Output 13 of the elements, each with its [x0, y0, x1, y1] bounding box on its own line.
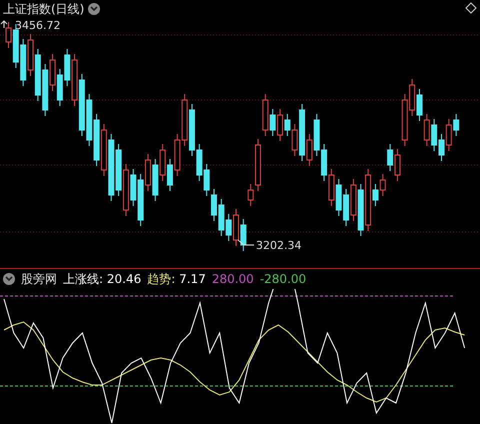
indicator-name: 股旁网	[21, 270, 57, 288]
indicator-value: 趋势: 7.17	[147, 270, 206, 288]
indicator-value: -280.00	[260, 272, 306, 286]
indicator-value: 280.00	[212, 272, 254, 286]
dropdown-icon[interactable]	[88, 3, 100, 15]
diamond-icon[interactable]	[465, 2, 477, 14]
high-price-label: 3456.72	[15, 19, 60, 32]
dropdown-icon[interactable]	[3, 273, 15, 285]
high-marker-drawing	[0, 20, 8, 28]
indicator-value: 上涨线: 20.46	[63, 270, 142, 288]
low-price-label: 3202.34	[256, 239, 302, 252]
low-marker-drawing	[238, 240, 254, 246]
chart-title: 上证指数(日线)	[3, 0, 84, 18]
